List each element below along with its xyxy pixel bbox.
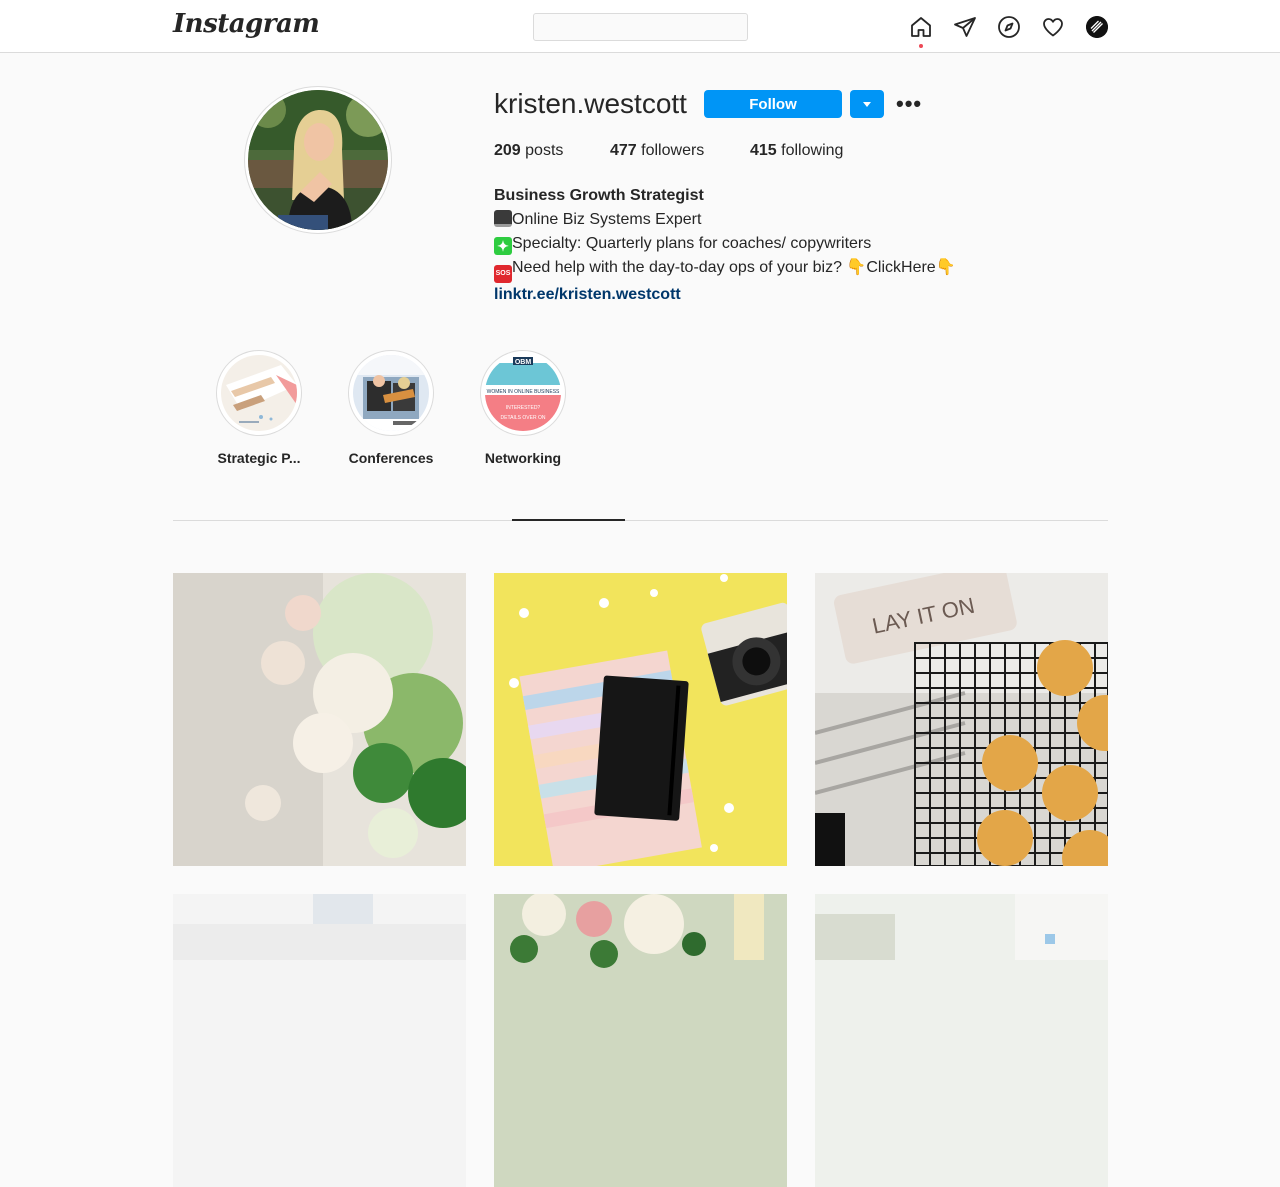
highlight-interested-text: INTERESTED? (506, 405, 541, 411)
profile-bio: Business Growth Strategist Online Biz Sy… (494, 184, 956, 307)
story-highlight-conferences[interactable]: Conferences (341, 350, 441, 466)
followers-count: 477 (610, 142, 637, 159)
bio-line-3: SOS Need help with the day-to-day ops of … (494, 256, 956, 283)
chevron-down-icon (863, 101, 871, 107)
highlight-ring (216, 350, 302, 436)
following-count: 415 (750, 142, 777, 159)
profile-picture[interactable] (248, 90, 388, 230)
post-thumbnail[interactable] (494, 573, 787, 866)
instagram-logo[interactable]: Instagram (173, 9, 320, 39)
highlight-obm-text: OBM (515, 359, 532, 366)
bio-full-name: Business Growth Strategist (494, 187, 704, 204)
sos-icon: SOS (494, 265, 512, 283)
followers-label: followers (641, 142, 705, 159)
followers-stat-link[interactable]: 477 followers (610, 142, 704, 160)
notification-dot (919, 44, 923, 48)
highlight-ring (348, 350, 434, 436)
profile-username: kristen.westcott (494, 88, 687, 119)
tabs-divider (173, 520, 1108, 521)
highlight-cover-image (353, 355, 429, 431)
highlight-ring: OBM WOMEN IN ONLINE BUSINESS INTERESTED?… (480, 350, 566, 436)
post-thumbnail[interactable] (173, 894, 466, 1187)
home-icon[interactable] (909, 15, 933, 39)
following-label: following (781, 142, 844, 159)
story-highlight-networking[interactable]: OBM WOMEN IN ONLINE BUSINESS INTERESTED?… (473, 350, 573, 466)
highlight-label: Conferences (348, 450, 434, 466)
pointing-down-icon: 👇 (846, 259, 867, 276)
top-navigation-bar: Instagram (0, 0, 1280, 53)
direct-icon[interactable] (953, 15, 977, 39)
post-thumbnail[interactable]: LAY IT ON (815, 573, 1108, 866)
highlight-label: Networking (484, 450, 562, 466)
posts-count-stat: 209 posts (494, 142, 563, 160)
more-options-icon[interactable]: ••• (896, 93, 922, 115)
bio-line-1-text: Online Biz Systems Expert (512, 211, 702, 228)
bio-line-3-text: Need help with the day-to-day ops of you… (512, 259, 847, 276)
explore-icon[interactable] (997, 15, 1021, 39)
posts-tab-active-indicator[interactable] (512, 519, 625, 521)
post-thumbnail[interactable] (815, 894, 1108, 1187)
highlight-women-text: WOMEN IN ONLINE BUSINESS (487, 389, 560, 395)
follow-button[interactable]: Follow (704, 90, 842, 118)
sparkle-icon: ✦ (494, 237, 512, 255)
heart-icon[interactable] (1041, 15, 1065, 39)
posts-count: 209 (494, 142, 521, 159)
following-stat-link[interactable]: 415 following (750, 142, 843, 160)
laptop-icon (494, 210, 512, 227)
bio-website-link[interactable]: linktr.ee/kristen.westcott (494, 286, 681, 303)
profile-avatar-icon[interactable] (1086, 16, 1108, 38)
pointing-down-icon: 👇 (935, 259, 956, 276)
highlight-details-text: DETAILS OVER ON (501, 415, 546, 421)
bio-click-here-text: ClickHere (866, 259, 936, 276)
highlight-cover-image: OBM WOMEN IN ONLINE BUSINESS INTERESTED?… (485, 355, 561, 431)
bio-line-2-text: Specialty: Quarterly plans for coaches/ … (512, 235, 872, 252)
bio-line-2: ✦ Specialty: Quarterly plans for coaches/… (494, 232, 956, 256)
post-thumbnail[interactable] (173, 573, 466, 866)
posts-label: posts (525, 142, 564, 159)
bio-line-1: Online Biz Systems Expert (494, 208, 956, 232)
post-thumbnail[interactable] (494, 894, 787, 1187)
suggested-accounts-dropdown-button[interactable] (850, 90, 884, 118)
search-input[interactable] (533, 13, 748, 41)
highlight-label: Strategic P... (217, 450, 301, 466)
story-highlight-strategic[interactable]: Strategic P... (209, 350, 309, 466)
highlight-cover-image (221, 355, 297, 431)
